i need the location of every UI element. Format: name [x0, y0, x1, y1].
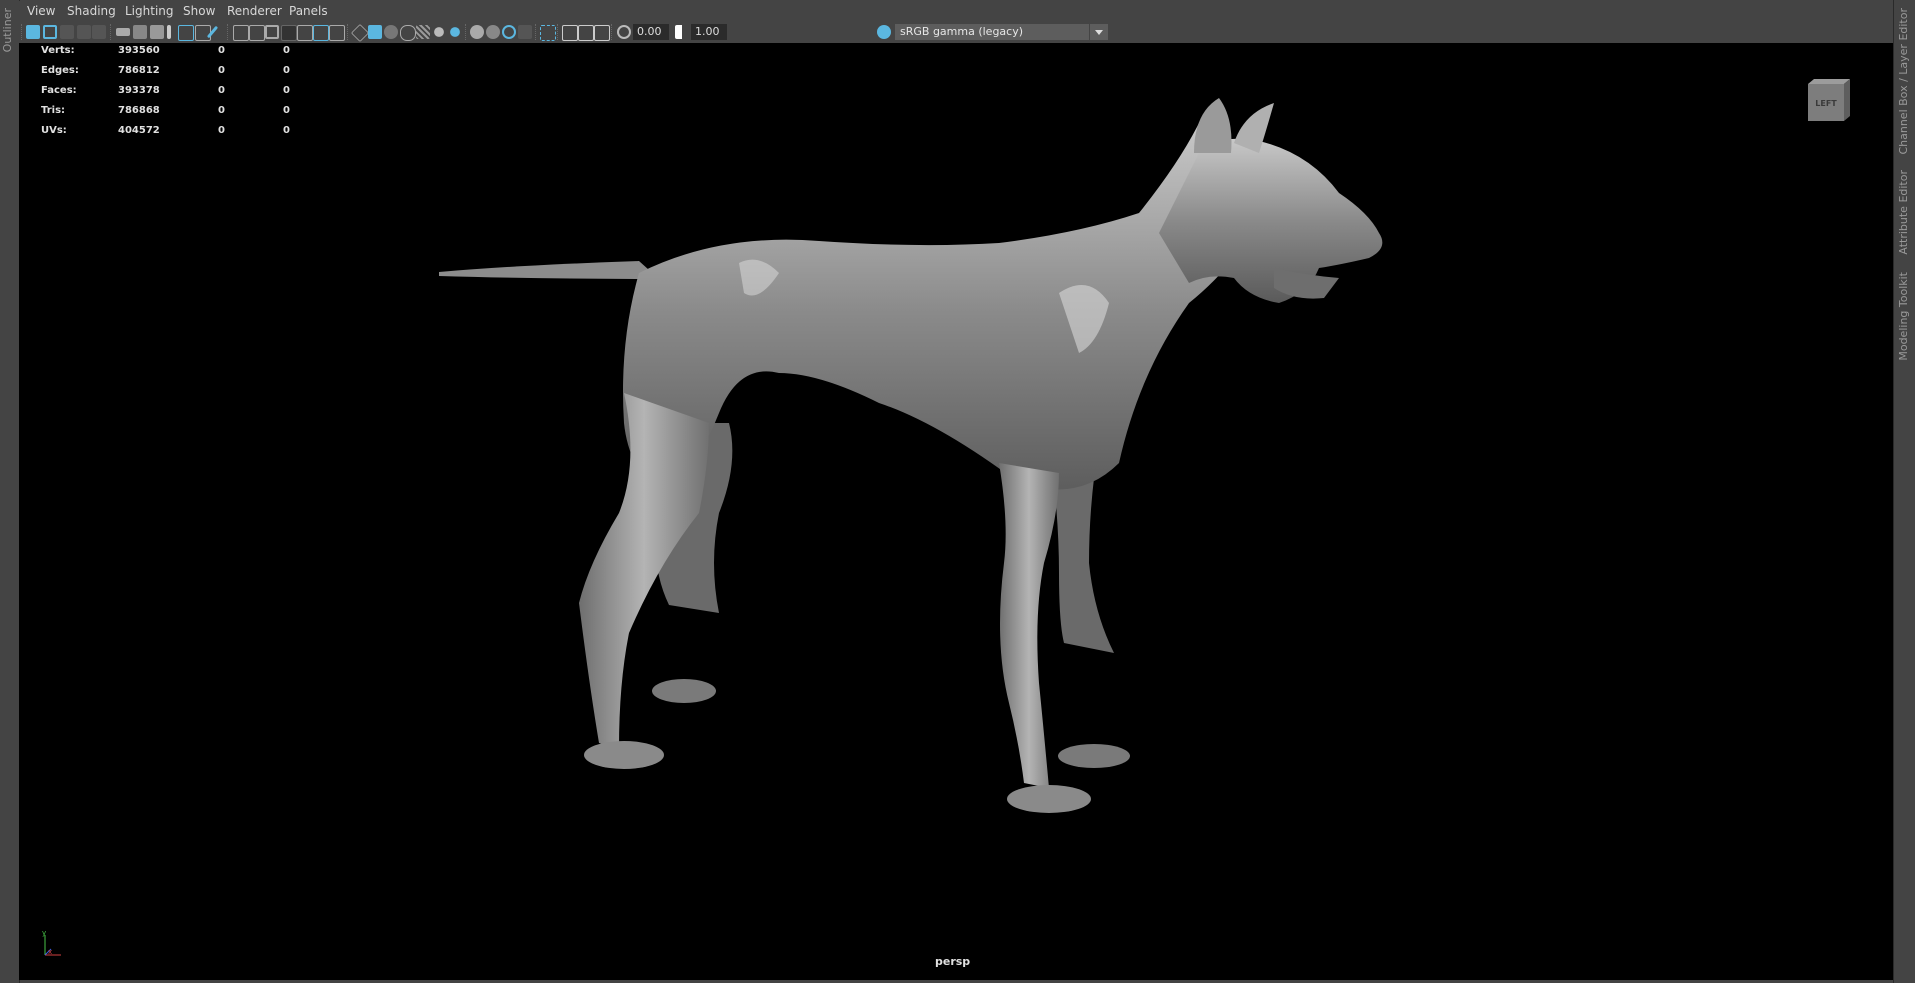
film-pivot-icon[interactable]	[297, 25, 313, 41]
hud-total: 393560	[118, 45, 160, 56]
motion-blur-icon[interactable]	[486, 25, 500, 39]
right-side-tabs: Channel Box / Layer Editor Attribute Edi…	[1893, 0, 1915, 983]
hud-selected: 0	[218, 65, 225, 76]
hud-label: Tris:	[41, 105, 66, 116]
safe-action-icon[interactable]	[249, 25, 265, 41]
exposure-icon[interactable]	[617, 25, 631, 39]
panel-menubar: View Shading Lighting Show Renderer Pane…	[19, 1, 1893, 22]
menu-panels[interactable]: Panels	[289, 4, 328, 18]
hud-components: 0	[283, 45, 290, 56]
hud-components: 0	[283, 125, 290, 136]
xray-icon[interactable]	[400, 25, 416, 41]
axis-gizmo: y x	[42, 929, 61, 956]
grid-icon[interactable]	[233, 25, 249, 41]
resolution-gate-icon[interactable]	[178, 25, 194, 41]
film-gate-icon[interactable]	[167, 25, 171, 39]
view-cube[interactable]: LEFT	[1804, 76, 1852, 124]
xray-active-icon[interactable]	[578, 25, 594, 41]
gamma-icon[interactable]	[675, 25, 689, 39]
tab-attribute-editor[interactable]: Attribute Editor	[1897, 170, 1910, 255]
depth-of-field-icon[interactable]	[518, 25, 532, 39]
hud-total: 786812	[118, 65, 160, 76]
hud-selected: 0	[218, 125, 225, 136]
menu-renderer[interactable]: Renderer	[227, 4, 282, 18]
chevron-down-icon[interactable]	[1089, 24, 1108, 40]
panel-toolbar: 0.00 1.00 sRGB gamma (legacy)	[19, 22, 1893, 44]
view-cube-face-label: LEFT	[1815, 99, 1837, 108]
camera-attributes-icon[interactable]	[116, 28, 130, 36]
hud-components: 0	[283, 65, 290, 76]
hud-components: 0	[283, 85, 290, 96]
menu-show[interactable]: Show	[183, 4, 215, 18]
wireframe-icon[interactable]	[350, 23, 370, 43]
anti-aliasing-icon[interactable]	[502, 25, 516, 39]
3d-viewport[interactable]: Verts: 393560 0 0 Edges: 786812 0 0 Face…	[19, 43, 1893, 980]
film-origin-icon[interactable]	[281, 25, 297, 41]
color-management-icon[interactable]	[877, 25, 891, 39]
tab-channel-box-layer-editor[interactable]: Channel Box / Layer Editor	[1897, 8, 1910, 155]
hud-label: UVs:	[41, 125, 67, 136]
xray-joints-icon[interactable]	[562, 25, 578, 41]
menu-shading[interactable]: Shading	[67, 4, 116, 18]
hud-total: 404572	[118, 125, 160, 136]
use-all-lights-icon[interactable]	[434, 27, 444, 37]
menu-view[interactable]: View	[27, 4, 55, 18]
isolate-select-icon[interactable]	[540, 25, 556, 41]
viewport-panel: View Shading Lighting Show Renderer Pane…	[19, 1, 1893, 980]
view-transform-dropdown[interactable]: sRGB gamma (legacy)	[895, 24, 1107, 40]
outliner-collapsed-panel[interactable]: Outliner	[0, 0, 20, 983]
lock-camera-icon[interactable]	[43, 25, 57, 39]
overscan-icon[interactable]	[313, 25, 329, 41]
camera-bookmark-icon[interactable]	[150, 25, 164, 39]
menu-lighting[interactable]: Lighting	[125, 4, 174, 18]
backface-culling-icon[interactable]	[594, 25, 610, 41]
gamma-field[interactable]: 1.00	[691, 24, 727, 40]
hud-label: Verts:	[41, 45, 75, 56]
hud-label: Faces:	[41, 85, 77, 96]
screen-space-ao-icon[interactable]	[470, 25, 484, 39]
safe-title-icon[interactable]	[265, 25, 279, 39]
camera-name-label: persp	[935, 955, 971, 968]
hud-label: Edges:	[41, 65, 79, 76]
shadows-icon[interactable]	[450, 27, 460, 37]
tab-modeling-toolkit[interactable]: Modeling Toolkit	[1897, 272, 1910, 361]
hud-selected: 0	[218, 85, 225, 96]
textured-icon[interactable]	[416, 25, 430, 39]
text-overlay-icon[interactable]	[329, 25, 345, 41]
grease-pencil-icon[interactable]	[133, 25, 147, 39]
axis-y-label: y	[42, 929, 46, 937]
smooth-shade-icon[interactable]	[368, 25, 382, 39]
outliner-label: Outliner	[1, 8, 14, 53]
dog-model[interactable]	[19, 43, 1893, 980]
image-plane-icon[interactable]	[77, 25, 91, 39]
exposure-field[interactable]: 0.00	[633, 24, 669, 40]
default-material-icon[interactable]	[384, 25, 398, 39]
select-camera-icon[interactable]	[26, 25, 40, 39]
bookmarks-icon[interactable]	[60, 25, 74, 39]
hud-selected: 0	[218, 45, 225, 56]
two-d-pan-zoom-icon[interactable]	[92, 25, 106, 39]
hud-selected: 0	[218, 105, 225, 116]
hud-total: 393378	[118, 85, 160, 96]
hud-total: 786868	[118, 105, 160, 116]
hud-components: 0	[283, 105, 290, 116]
axis-x-label: x	[48, 948, 52, 956]
